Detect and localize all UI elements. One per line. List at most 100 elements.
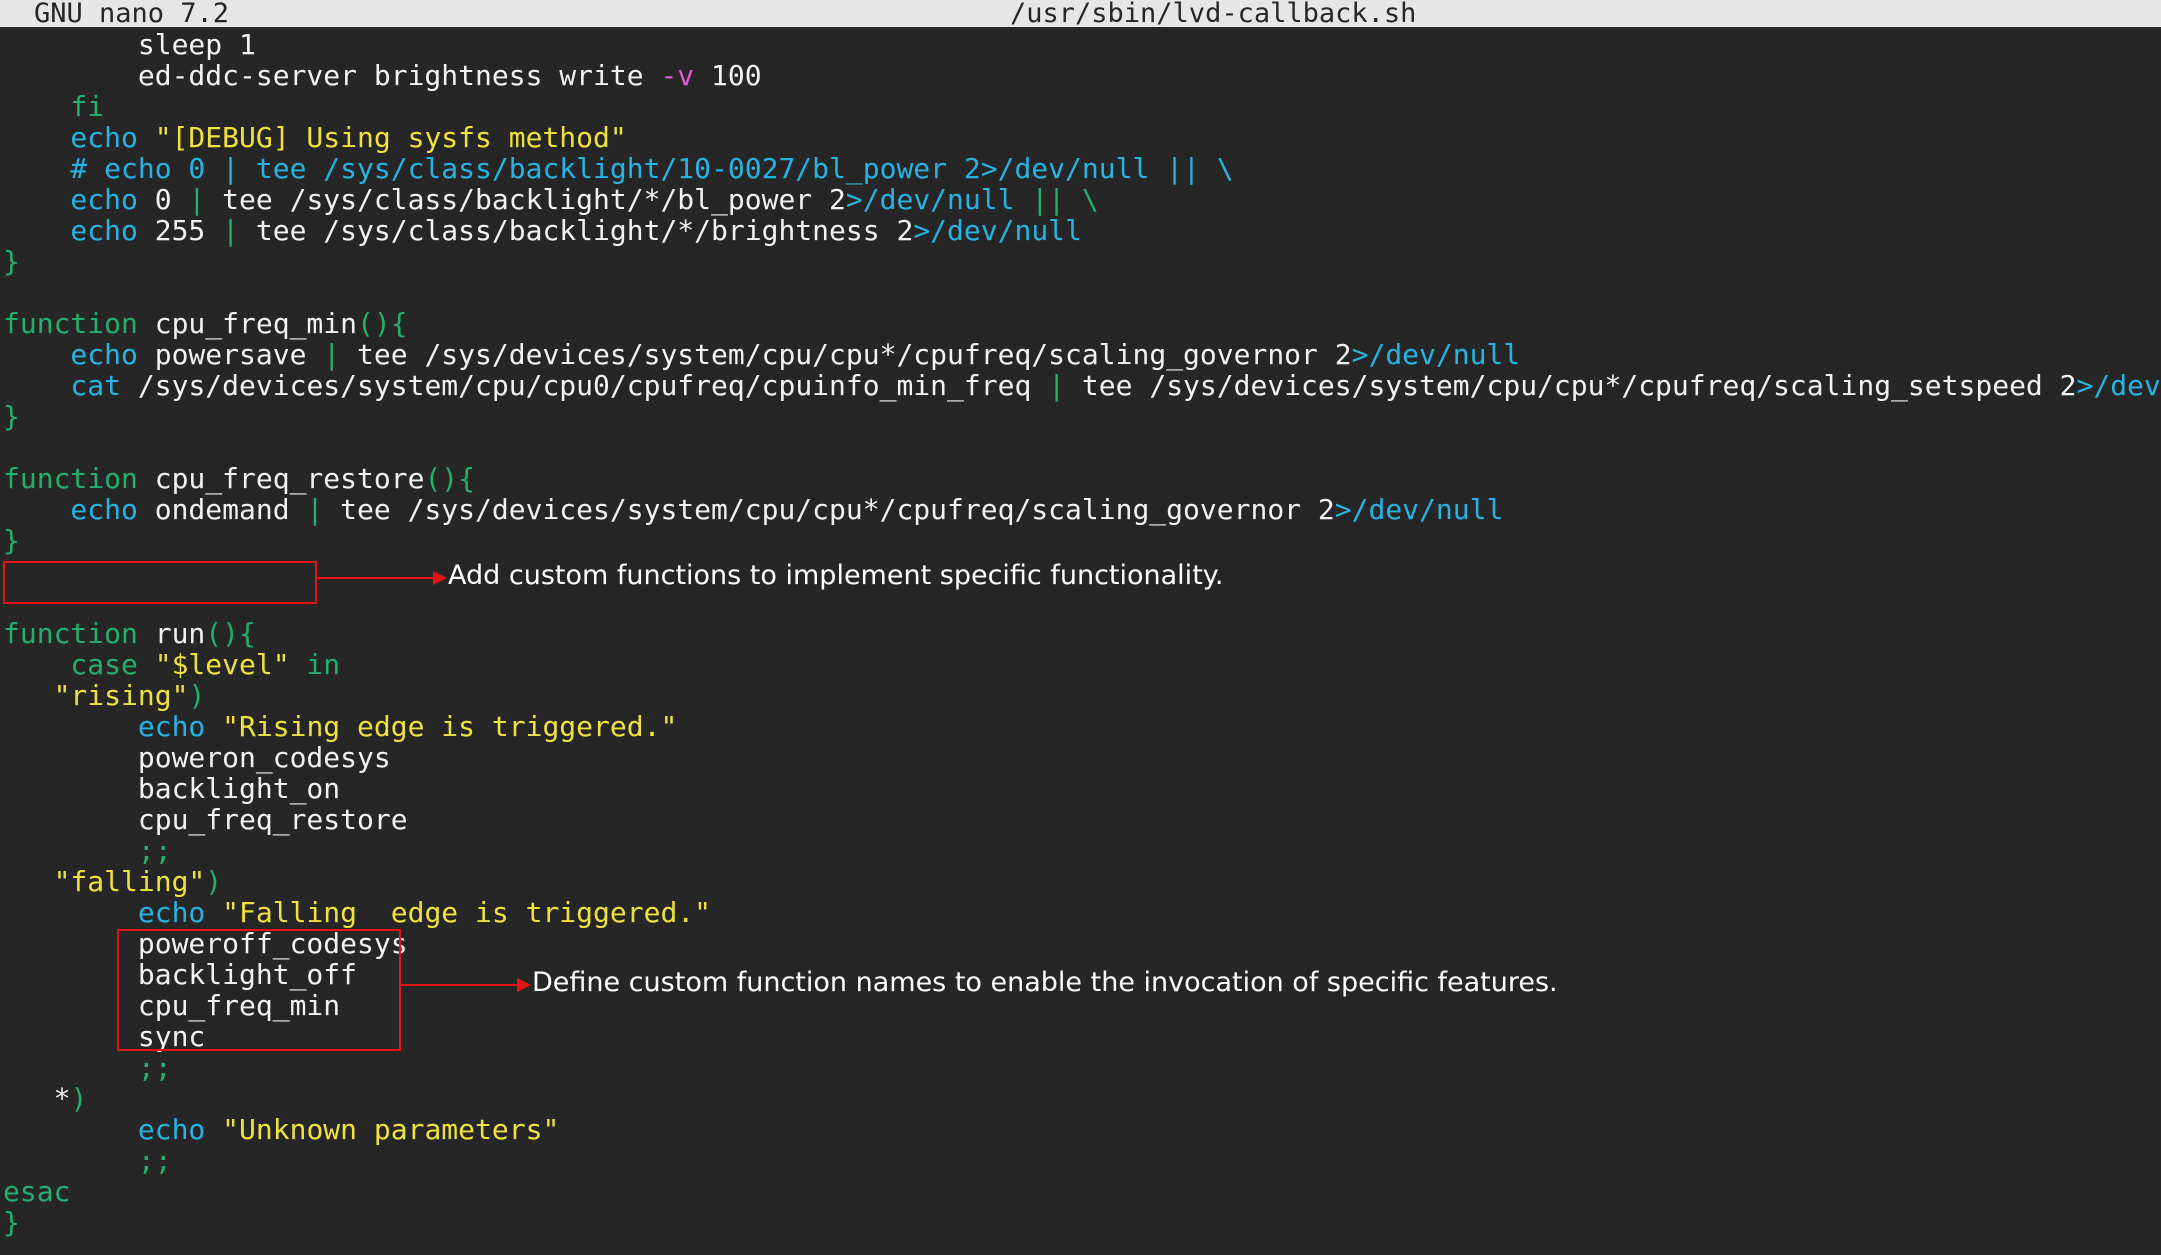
code-line[interactable]: } [3,1207,2161,1238]
code-token: tee /sys/devices/system/cpu/cpu*/cpufreq… [323,493,1335,526]
code-line[interactable]: echo ondemand | tee /sys/devices/system/… [3,494,2161,525]
code-line[interactable]: cpu_freq_restore [3,804,2161,835]
code-token: cpu_freq_min [137,307,358,340]
code-line[interactable]: case "$level" in [3,649,2161,680]
custom-functions-arrow-icon [317,571,447,585]
code-token: fi [3,90,105,123]
code-token: in [289,648,341,681]
code-token: (){ [424,462,476,495]
code-token: } [3,245,20,278]
code-token: echo [3,1113,223,1146]
code-line[interactable]: } [3,401,2161,432]
code-token: 0 [137,183,189,216]
code-line[interactable]: "rising") [3,680,2161,711]
code-token: backlight_on [3,772,341,805]
code-line[interactable] [3,277,2161,308]
code-line[interactable]: function cpu_freq_restore(){ [3,463,2161,494]
code-line[interactable] [3,432,2161,463]
code-line[interactable]: echo 0 | tee /sys/class/backlight/*/bl_p… [3,184,2161,215]
code-token: function [3,617,138,650]
code-token: >/dev/null [2076,369,2161,402]
code-token: "Falling edge is triggered." [222,896,712,929]
code-token: cpu_freq_restore [137,462,425,495]
code-token: powersave [137,338,324,371]
code-token: /sys/devices/system/cpu/cpu0/cpufreq/cpu… [121,369,1049,402]
code-line[interactable]: echo "Falling edge is triggered." [3,897,2161,928]
code-token: "Unknown parameters" [222,1113,560,1146]
code-token: echo [3,493,138,526]
code-token: echo [3,338,138,371]
code-line[interactable]: } [3,525,2161,556]
code-token: poweron_codesys [3,741,391,774]
code-line[interactable]: ;; [3,1052,2161,1083]
editor-text-area[interactable]: sleep 1 ed-ddc-server brightness write -… [3,29,2161,1238]
code-token: ) [205,865,223,898]
code-line[interactable]: poweron_codesys [3,742,2161,773]
code-token: tee /sys/class/backlight/*/brightness 2 [239,214,914,247]
app-title: GNU nano 7.2 [34,0,230,29]
code-line[interactable]: esac [3,1176,2161,1207]
code-token: echo [3,710,223,743]
code-token: -v [660,59,695,92]
code-token: (){ [357,307,408,340]
code-line[interactable]: sleep 1 [3,29,2161,60]
code-token: ;; [3,834,172,867]
code-token: esac [3,1175,71,1208]
custom-functions-annotation: Add custom functions to implement specif… [448,560,1224,591]
code-line[interactable]: echo powersave | tee /sys/devices/system… [3,339,2161,370]
code-token: >/dev/null [1351,338,1521,371]
code-token: } [3,1206,20,1239]
code-token: "Rising edge is triggered." [222,710,678,743]
code-token: | [222,214,240,247]
code-token: } [3,400,20,433]
code-token: ed-ddc-server brightness write [3,59,661,92]
code-line[interactable]: function cpu_freq_min(){ [3,308,2161,339]
code-token: tee /sys/class/backlight/*/bl_power 2 [205,183,846,216]
nano-title-bar: GNU nano 7.2 /usr/sbin/lvd-callback.sh [0,0,2161,27]
code-line[interactable]: "falling") [3,866,2161,897]
code-line[interactable]: echo "[DEBUG] Using sysfs method" [3,122,2161,153]
code-token: echo [3,183,138,216]
function-invocation-annotation: Define custom function names to enable t… [532,967,1558,998]
code-token: "rising" [3,679,189,712]
code-token: | [1048,369,1066,402]
code-token: ) [70,1082,88,1115]
code-token: cpu_freq_restore [3,803,408,836]
code-line[interactable]: function run(){ [3,618,2161,649]
code-token: "falling" [3,865,206,898]
code-token: | [323,338,341,371]
function-invocation-highlight-box [117,929,401,1051]
code-line[interactable]: fi [3,91,2161,122]
code-token: || \ [1014,183,1099,216]
code-token: 255 [137,214,223,247]
code-line[interactable]: echo "Unknown parameters" [3,1114,2161,1145]
code-line[interactable]: ;; [3,835,2161,866]
code-token: cat [3,369,122,402]
code-line[interactable]: backlight_on [3,773,2161,804]
code-token: ) [188,679,206,712]
code-token: tee /sys/devices/system/cpu/cpu*/cpufreq… [340,338,1352,371]
code-token: tee /sys/devices/system/cpu/cpu*/cpufreq… [1065,369,2077,402]
code-token: ;; [3,1051,172,1084]
code-line[interactable]: } [3,246,2161,277]
code-token: ;; [3,1144,172,1177]
code-line[interactable]: *) [3,1083,2161,1114]
code-token: } [3,524,20,557]
code-line[interactable]: # echo 0 | tee /sys/class/backlight/10-0… [3,153,2161,184]
code-line[interactable]: ed-ddc-server brightness write -v 100 [3,60,2161,91]
code-token: | [188,183,206,216]
code-token: run [137,617,206,650]
code-token: "$level" [154,648,290,681]
code-line[interactable]: ;; [3,1145,2161,1176]
code-token: >/dev/null [845,183,1015,216]
code-line[interactable]: echo "Rising edge is triggered." [3,711,2161,742]
code-line[interactable]: echo 255 | tee /sys/class/backlight/*/br… [3,215,2161,246]
code-line[interactable]: cat /sys/devices/system/cpu/cpu0/cpufreq… [3,370,2161,401]
code-token: >/dev/null [1334,493,1504,526]
code-token: echo [3,896,223,929]
code-token: # echo 0 | tee /sys/class/backlight/10-0… [3,152,1234,185]
code-token: sleep 1 [3,28,256,61]
code-token: function [3,307,138,340]
code-token: echo [3,214,138,247]
code-token: echo [3,121,155,154]
